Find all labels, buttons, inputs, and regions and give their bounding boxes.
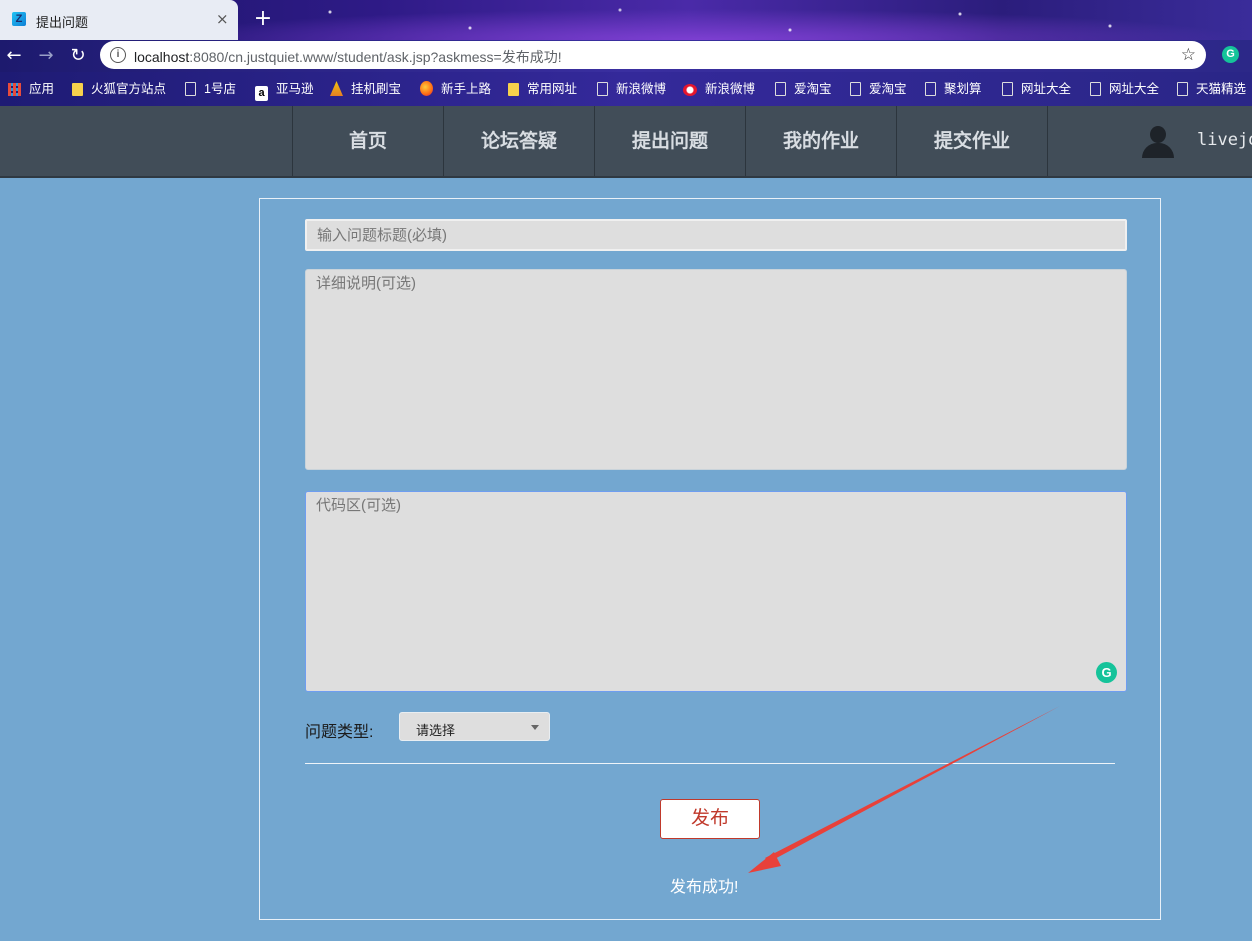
firefox-icon <box>420 81 433 96</box>
folder-icon <box>72 83 83 96</box>
bookmark-label: 网址大全 <box>1021 82 1072 96</box>
bookmark-item[interactable]: a 亚马逊 <box>255 80 314 101</box>
nav-submit-homework[interactable]: 提交作业 <box>896 106 1047 176</box>
question-type-label: 问题类型: <box>305 724 374 741</box>
grammarly-icon[interactable]: G <box>1096 662 1117 683</box>
bookmark-label: 应用 <box>29 82 55 96</box>
tower-icon <box>330 81 343 96</box>
bookmark-label: 聚划算 <box>944 82 982 96</box>
question-detail-textarea[interactable] <box>305 269 1127 470</box>
page-icon <box>925 82 936 96</box>
question-type-select[interactable]: 请选择 <box>399 712 550 741</box>
publish-button[interactable]: 发布 <box>660 799 760 839</box>
bookmark-label: 新手上路 <box>441 82 492 96</box>
bookmark-item[interactable]: 爱淘宝 <box>850 80 907 98</box>
tab-close-icon[interactable]: × <box>216 10 229 28</box>
question-type-value: 请选择 <box>416 723 456 738</box>
nav-ask-question[interactable]: 提出问题 <box>594 106 745 176</box>
folder-icon <box>508 83 519 96</box>
forward-arrow-icon[interactable]: → <box>34 44 58 68</box>
page-icon <box>775 82 786 96</box>
amazon-icon: a <box>255 86 268 101</box>
page-icon <box>850 82 861 96</box>
address-url: localhost:8080/cn.justquiet.www/student/… <box>134 47 562 67</box>
grammarly-extension-icon[interactable]: G <box>1222 46 1239 63</box>
weibo-icon <box>683 84 697 96</box>
bookmark-item[interactable]: 新浪微博 <box>683 80 755 98</box>
url-rest: :8080/cn.justquiet.www/student/ask.jsp?a… <box>189 49 562 65</box>
page-icon <box>1002 82 1013 96</box>
bookmark-label: 1号店 <box>204 82 236 96</box>
tab-title: 提出问题 <box>36 15 89 30</box>
page-icon <box>597 82 608 96</box>
bookmark-label: 挂机刷宝 <box>351 82 402 96</box>
chevron-down-icon <box>531 725 539 730</box>
bookmark-label: 火狐官方站点 <box>91 82 167 96</box>
back-arrow-icon[interactable]: ← <box>2 44 26 68</box>
form-divider <box>305 763 1115 764</box>
site-info-icon[interactable]: i <box>110 47 126 63</box>
question-title-input[interactable] <box>305 219 1127 251</box>
success-message: 发布成功! <box>670 879 739 896</box>
bookmark-item[interactable]: 网址大全 <box>1090 80 1159 98</box>
new-tab-icon[interactable]: + <box>250 5 276 33</box>
bookmark-label: 亚马逊 <box>276 82 314 96</box>
address-bar[interactable]: i localhost:8080/cn.justquiet.www/studen… <box>100 41 1206 69</box>
bookmark-item[interactable]: 应用 <box>8 80 54 98</box>
nav-forum[interactable]: 论坛答疑 <box>443 106 594 176</box>
reload-icon[interactable]: ↻ <box>66 44 90 68</box>
bookmark-label: 爱淘宝 <box>794 82 832 96</box>
bookmark-label: 爱淘宝 <box>869 82 907 96</box>
bookmark-label: 新浪微博 <box>705 82 756 96</box>
user-avatar-icon[interactable] <box>1140 126 1176 158</box>
site-favicon-icon: Z <box>12 12 26 26</box>
bookmark-item[interactable]: 网址大全 <box>1002 80 1071 98</box>
bookmark-label: 新浪微博 <box>616 82 667 96</box>
page-icon <box>185 82 196 96</box>
bookmark-item[interactable]: 新手上路 <box>420 80 491 98</box>
url-host: localhost <box>134 49 190 65</box>
page-icon <box>1090 82 1101 96</box>
nav-my-homework[interactable]: 我的作业 <box>745 106 896 176</box>
nav-divider <box>1047 106 1048 176</box>
nav-home[interactable]: 首页 <box>292 106 443 176</box>
bookmark-item[interactable]: 天猫精选 <box>1177 80 1246 98</box>
bookmark-item[interactable]: 常用网址 <box>508 80 577 98</box>
bookmark-item[interactable]: 聚划算 <box>925 80 982 98</box>
bookmark-label: 网址大全 <box>1109 82 1160 96</box>
username[interactable]: livejo <box>1197 130 1252 150</box>
apps-grid-icon <box>8 83 21 96</box>
bookmark-label: 常用网址 <box>527 82 578 96</box>
bookmark-item[interactable]: 1号店 <box>185 80 236 98</box>
bookmark-item[interactable]: 新浪微博 <box>597 80 666 98</box>
page-icon <box>1177 82 1188 96</box>
bookmark-star-icon[interactable]: ☆ <box>1181 45 1196 65</box>
bookmark-item[interactable]: 爱淘宝 <box>775 80 832 98</box>
bookmark-item[interactable]: 挂机刷宝 <box>330 80 401 98</box>
code-textarea[interactable] <box>305 491 1127 692</box>
bookmark-label: 天猫精选 <box>1196 82 1247 96</box>
browser-tab[interactable]: Z 提出问题 × <box>0 0 238 40</box>
bookmark-item[interactable]: 火狐官方站点 <box>72 80 166 98</box>
